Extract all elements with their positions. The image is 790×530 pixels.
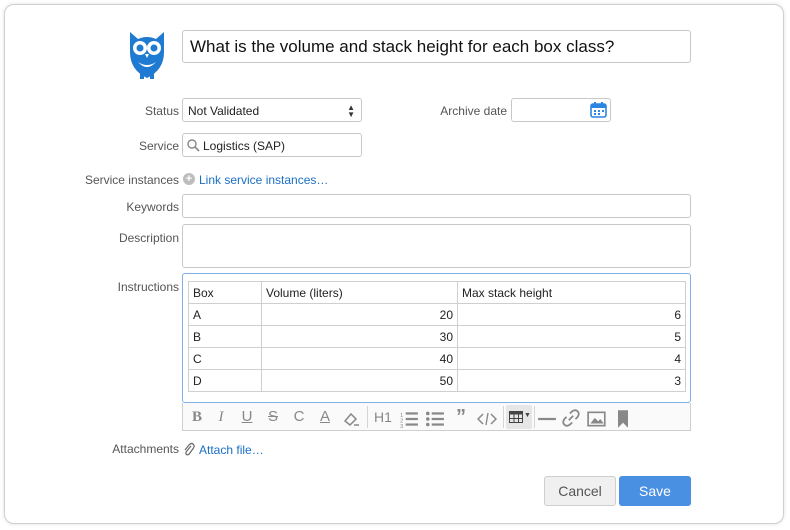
service-value: Logistics (SAP) [203, 139, 286, 153]
bookmark-icon[interactable] [613, 409, 633, 429]
table-cell[interactable]: 4 [457, 347, 686, 370]
service-input[interactable]: Logistics (SAP) [182, 133, 362, 157]
table-cell[interactable]: 5 [457, 325, 686, 348]
link-icon[interactable] [561, 408, 581, 428]
toolbar-divider [534, 406, 535, 428]
italic-icon[interactable]: I [211, 407, 231, 427]
toolbar-divider [367, 406, 368, 428]
table-icon [509, 411, 523, 423]
table-cell[interactable]: A [188, 303, 262, 326]
editor-toolbar: B I U S C A H1 1 2 3 ” ▼ [182, 403, 691, 431]
table-header-cell[interactable]: Volume (liters) [261, 281, 458, 304]
heading-icon[interactable]: H1 [373, 407, 393, 427]
table-cell[interactable]: C [188, 347, 262, 370]
table-cell[interactable]: 6 [457, 303, 686, 326]
highlight-icon[interactable] [341, 409, 361, 429]
plus-circle-icon[interactable]: + [183, 173, 195, 185]
table-button[interactable]: ▼ [506, 405, 532, 429]
table-header-cell[interactable]: Max stack height [457, 281, 686, 304]
code-icon[interactable] [477, 409, 497, 429]
table-cell[interactable]: B [188, 325, 262, 348]
title-input[interactable]: What is the volume and stack height for … [182, 30, 691, 63]
save-button[interactable]: Save [619, 476, 691, 506]
instructions-label: Instructions [117, 280, 179, 294]
table-cell[interactable]: 3 [457, 369, 686, 392]
service-instances-label: Service instances [84, 173, 179, 187]
clear-format-icon[interactable]: C [289, 407, 309, 427]
quote-icon[interactable]: ” [451, 407, 471, 427]
service-label: Service [138, 139, 179, 153]
cancel-button[interactable]: Cancel [544, 476, 616, 506]
table-row: B 30 5 [188, 325, 686, 348]
text-color-icon[interactable]: A [315, 407, 335, 427]
table-cell[interactable]: 30 [261, 325, 458, 348]
table-header-cell[interactable]: Box [188, 281, 262, 304]
chevron-down-icon: ▼ [524, 412, 531, 419]
owl-logo-icon [130, 32, 164, 79]
table-header-row: Box Volume (liters) Max stack height [188, 281, 686, 304]
archive-date-input[interactable] [511, 98, 611, 122]
bold-icon[interactable]: B [187, 407, 207, 427]
table-row: C 40 4 [188, 347, 686, 370]
image-icon[interactable] [587, 409, 607, 429]
toolbar-divider [503, 406, 504, 428]
description-textarea[interactable] [182, 224, 691, 268]
strikethrough-icon[interactable]: S [263, 407, 283, 427]
table-cell[interactable]: 40 [261, 347, 458, 370]
table-cell[interactable]: D [188, 369, 262, 392]
bullet-list-icon[interactable] [425, 409, 445, 429]
ordered-list-icon[interactable]: 1 2 3 [399, 409, 419, 429]
underline-icon[interactable]: U [237, 407, 257, 427]
table-cell[interactable]: 50 [261, 369, 458, 392]
instructions-table[interactable]: Box Volume (liters) Max stack height A 2… [188, 281, 686, 392]
archive-date-label: Archive date [440, 104, 507, 118]
status-select[interactable]: Not Validated ▲ ▼ [182, 98, 362, 122]
keywords-input[interactable] [182, 194, 691, 218]
paperclip-icon [184, 442, 195, 456]
keywords-label: Keywords [126, 200, 179, 214]
instructions-editor[interactable]: Box Volume (liters) Max stack height A 2… [182, 273, 691, 403]
search-icon [187, 139, 200, 152]
table-cell[interactable]: 20 [261, 303, 458, 326]
table-row: D 50 3 [188, 369, 686, 392]
attachments-label: Attachments [112, 442, 179, 456]
description-label: Description [118, 231, 179, 245]
attach-file-link[interactable]: Attach file… [199, 443, 264, 457]
horizontal-rule-icon[interactable] [537, 409, 557, 429]
table-row: A 20 6 [188, 303, 686, 326]
status-value: Not Validated [188, 104, 260, 118]
svg-text:3: 3 [400, 424, 403, 429]
link-service-instances[interactable]: Link service instances… [199, 173, 328, 187]
calendar-icon[interactable] [590, 102, 607, 118]
status-label: Status [144, 104, 179, 118]
select-arrows-icon: ▲ ▼ [347, 103, 355, 119]
